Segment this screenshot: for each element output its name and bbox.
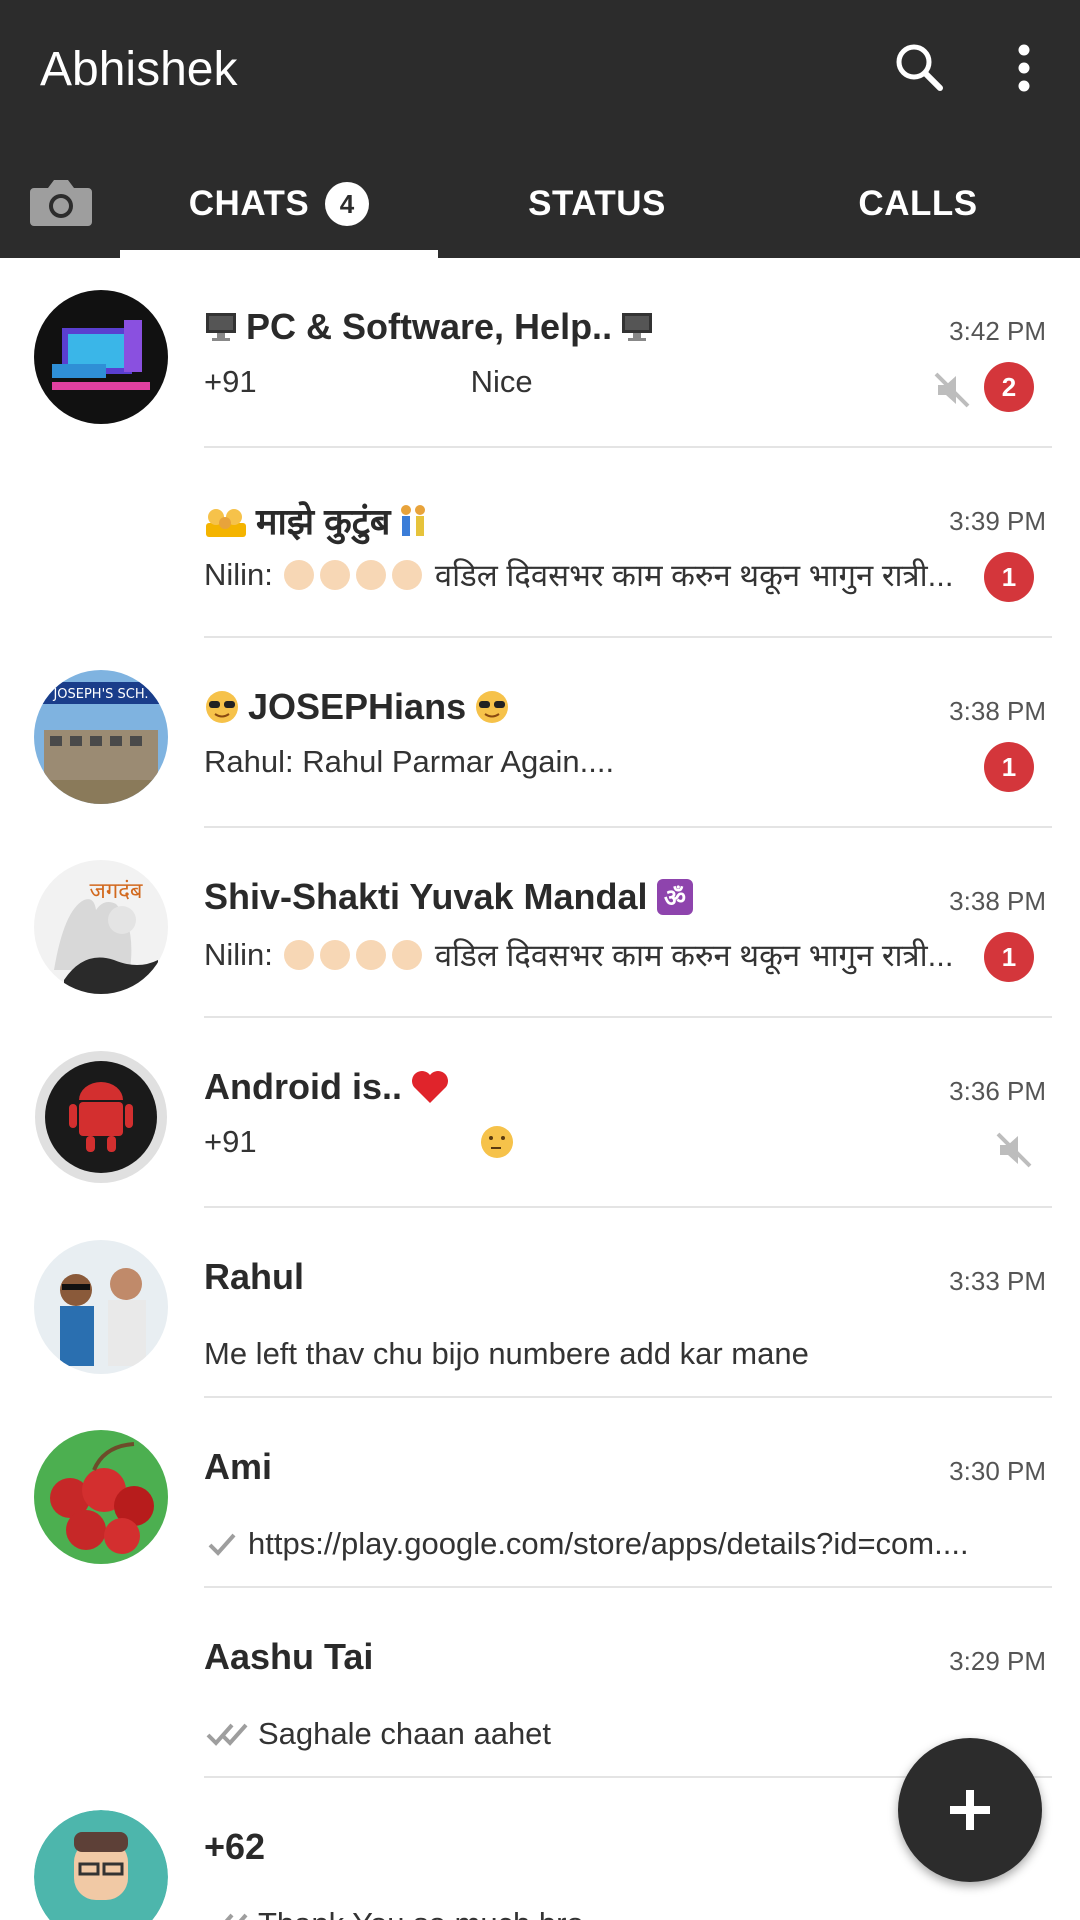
chat-preview: Thank You so much bro	[258, 1906, 584, 1920]
chat-row[interactable]: JOSEPH'S SCH. JOSEPHians 3:38 PM Rahul: …	[0, 638, 1080, 828]
chat-message: Saghale chaan aahet	[204, 1716, 551, 1752]
tab-bar: CHATS 4 STATUS CALLS	[0, 150, 1080, 258]
unread-badge: 1	[984, 552, 1034, 602]
family-emoji-icon	[206, 508, 246, 537]
sunglasses-emoji-icon	[206, 691, 238, 723]
chat-time: 3:36 PM	[949, 1076, 1046, 1106]
check-icon	[208, 1533, 236, 1556]
thinking-emoji-icon	[480, 1126, 513, 1158]
chat-row[interactable]: Ami 3:30 PM https://play.google.com/stor…	[0, 1398, 1080, 1588]
chat-preview: Rahul: Rahul Parmar Again....	[204, 744, 615, 779]
avatar[interactable]	[34, 1240, 168, 1374]
chat-message: Thank You so much bro	[204, 1906, 584, 1920]
add-icon	[950, 1790, 990, 1830]
more-vert-icon[interactable]	[996, 36, 1052, 100]
chat-name: Aashu Tai	[204, 1636, 374, 1677]
chat-name: Rahul	[204, 1256, 305, 1297]
chat-time: 3:30 PM	[949, 1456, 1046, 1486]
monitor-icon	[206, 313, 236, 341]
avatar[interactable]	[34, 1050, 168, 1184]
chat-message: Nilin: वडिल दिवसभर काम करुन थकून भागुन र…	[204, 554, 954, 596]
chat-time: 3:33 PM	[949, 1266, 1046, 1296]
avatar[interactable]	[34, 1810, 168, 1920]
baby-emoji-icon	[283, 940, 422, 970]
chat-message: Nilin: वडिल दिवसभर काम करुन थकून भागुन र…	[204, 934, 954, 976]
tab-chats-badge: 4	[325, 182, 370, 226]
app-title: Abhishek	[40, 43, 238, 96]
chat-row[interactable]: माझे कुटुंब 3:39 PM Nilin: वडिल दिवसभर क…	[0, 448, 1080, 638]
baby-emoji-icon	[283, 560, 422, 590]
chat-sender: +91	[204, 1124, 257, 1159]
chat-sender: Nilin:	[204, 937, 273, 972]
chat-row[interactable]: Rahul 3:33 PM Me left thav chu bijo numb…	[0, 1208, 1080, 1398]
sunglasses-emoji-icon	[476, 691, 509, 723]
tab-indicator	[120, 250, 438, 258]
chat-time: 3:39 PM	[949, 506, 1046, 536]
chat-time: 3:42 PM	[949, 316, 1046, 346]
chat-name: PC & Software, Help..	[204, 306, 654, 348]
monitor-icon	[622, 313, 653, 341]
unread-badge: 2	[984, 362, 1034, 412]
avatar[interactable]	[34, 1430, 168, 1564]
chat-preview: वडिल दिवसभर काम करुन थकून भागुन रात्री..…	[434, 938, 954, 973]
chat-preview: वडिल दिवसभर काम करुन थकून भागुन रात्री..…	[434, 558, 954, 593]
avatar[interactable]	[34, 290, 168, 424]
chat-message: https://play.google.com/store/apps/detai…	[204, 1526, 969, 1562]
chat-time: 3:38 PM	[949, 886, 1046, 916]
chat-name: JOSEPHians	[204, 686, 510, 728]
svg-text:JOSEPH'S SCH.: JOSEPH'S SCH.	[52, 687, 148, 702]
chat-preview: Saghale chaan aahet	[258, 1716, 552, 1751]
avatar[interactable]: जगदंब	[34, 860, 168, 994]
mute-icon	[934, 372, 970, 408]
tab-status-label: STATUS	[528, 184, 666, 223]
unread-badge: 1	[984, 932, 1034, 982]
chat-name: Shiv-Shakti Yuvak Mandal ॐ	[204, 876, 694, 918]
chat-name: माझे कुटुंब	[204, 496, 428, 545]
mute-icon	[996, 1132, 1032, 1168]
chat-name: Android is..	[204, 1066, 450, 1108]
chat-sender: +91	[204, 364, 257, 399]
tab-calls-label: CALLS	[858, 184, 978, 223]
double-check-icon	[224, 1913, 248, 1920]
search-icon[interactable]	[888, 36, 952, 100]
svg-text:ॐ: ॐ	[664, 884, 686, 912]
chat-time: 3:38 PM	[949, 696, 1046, 726]
chat-row[interactable]: Aashu Tai 3:29 PM Saghale chaan aahet	[0, 1588, 1080, 1778]
chat-sender: Nilin:	[204, 557, 273, 592]
chat-preview: Nice	[470, 364, 533, 399]
tab-status[interactable]: STATUS	[438, 150, 756, 258]
tab-chats-label: CHATS	[188, 184, 310, 223]
chat-name: Ami	[204, 1446, 273, 1487]
chat-preview: https://play.google.com/store/apps/detai…	[248, 1526, 969, 1561]
chat-time: 3:29 PM	[949, 1646, 1046, 1676]
svg-text:जगदंब: जगदंब	[90, 879, 143, 904]
new-chat-button[interactable]	[898, 1738, 1042, 1882]
tab-calls[interactable]: CALLS	[756, 150, 1080, 258]
unread-badge: 1	[984, 742, 1034, 792]
om-icon: ॐ	[656, 879, 693, 915]
app-bar: Abhishek CHATS 4 STATUS CALLS	[0, 0, 1080, 258]
chat-preview: Me left thav chu bijo numbere add kar ma…	[204, 1336, 809, 1371]
chat-row[interactable]: Android is.. 3:36 PM +91	[0, 1018, 1080, 1208]
couple-emoji-icon	[401, 504, 426, 536]
camera-icon[interactable]	[22, 168, 100, 236]
chat-row[interactable]: PC & Software, Help.. 3:42 PM +91 Nice 2	[0, 258, 1080, 448]
avatar[interactable]: JOSEPH'S SCH.	[34, 670, 168, 804]
heart-emoji-icon	[412, 1071, 448, 1103]
chat-message: +91	[204, 1124, 515, 1160]
chat-row[interactable]: जगदंब Shiv-Shakti Yuvak Mandal ॐ 3:38 PM…	[0, 828, 1080, 1018]
double-check-icon	[206, 1723, 248, 1746]
tab-chats[interactable]: CHATS 4	[120, 150, 438, 258]
chat-message: +91 Nice	[204, 364, 533, 400]
chat-name: +62	[204, 1826, 266, 1867]
